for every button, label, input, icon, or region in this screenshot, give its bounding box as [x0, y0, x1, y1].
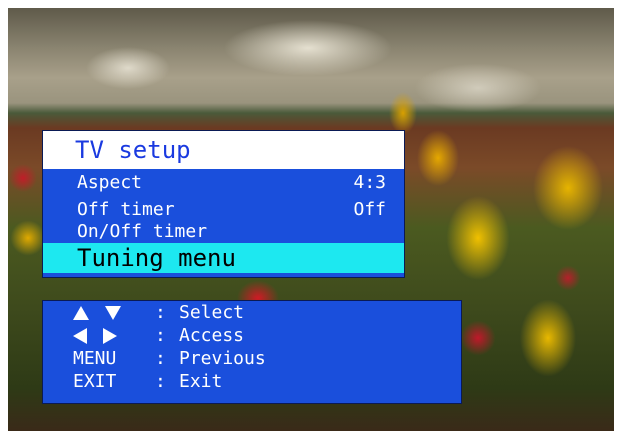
help-key-menu: MENU: [73, 348, 117, 369]
help-separator: :: [155, 325, 166, 346]
help-separator: :: [155, 348, 166, 369]
menu-item-tuning-menu[interactable]: Tuning menu: [43, 243, 404, 273]
tv-setup-menu: TV setup Aspect 4:3 Off timer Off On/Off…: [42, 130, 405, 278]
menu-item-label: Aspect: [77, 172, 143, 193]
menu-item-label: Tuning menu: [77, 244, 236, 272]
down-arrow-icon: [105, 306, 121, 320]
help-description: Select: [179, 302, 245, 323]
help-separator: :: [155, 302, 166, 323]
navigation-help-panel: : Select : Access MENU : Previous EXIT :…: [42, 300, 462, 404]
menu-item-aspect[interactable]: Aspect 4:3: [43, 171, 404, 195]
menu-item-label: Off timer: [77, 199, 175, 220]
menu-item-value: Off: [353, 199, 386, 220]
help-keys: [73, 324, 143, 347]
help-description: Access: [179, 325, 245, 346]
menu-item-label: On/Off timer: [77, 221, 208, 242]
right-arrow-icon: [103, 328, 117, 344]
help-keys: [73, 301, 143, 324]
menu-item-on-off-timer[interactable]: On/Off timer: [43, 221, 404, 243]
help-description: Exit: [179, 371, 223, 392]
menu-title-text: TV setup: [75, 136, 191, 164]
left-arrow-icon: [73, 328, 87, 344]
help-key-exit: EXIT: [73, 371, 117, 392]
menu-item-off-timer[interactable]: Off timer Off: [43, 199, 404, 221]
menu-item-value: 4:3: [353, 172, 386, 193]
menu-title: TV setup: [43, 131, 404, 169]
help-description: Previous: [179, 348, 266, 369]
up-arrow-icon: [73, 306, 89, 320]
help-separator: :: [155, 371, 166, 392]
